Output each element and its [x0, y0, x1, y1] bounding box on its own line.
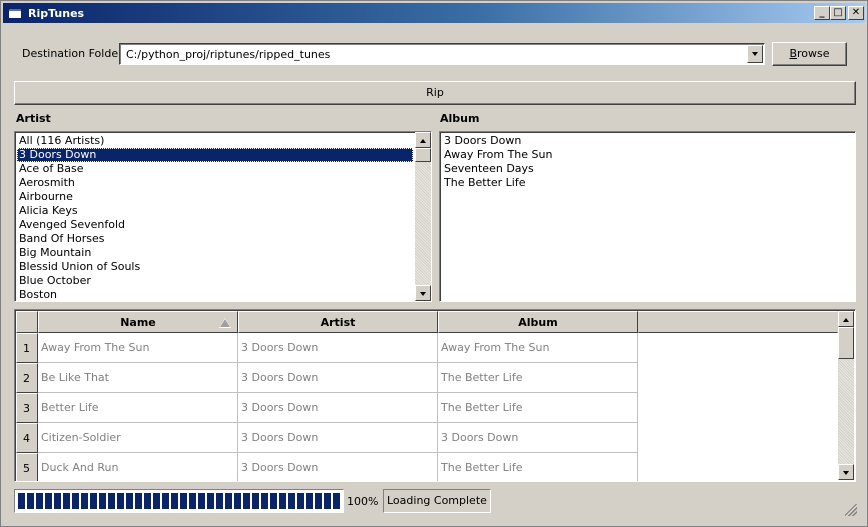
- artist-list-item[interactable]: Boston: [17, 288, 413, 301]
- browse-button[interactable]: Browse: [772, 42, 847, 66]
- artist-list-item[interactable]: Ace of Base: [17, 162, 413, 176]
- column-header-name[interactable]: Name: [38, 311, 238, 333]
- destination-folder-value[interactable]: C:/python_proj/riptunes/ripped_tunes: [126, 48, 330, 61]
- artist-label: Artist: [16, 112, 51, 125]
- scroll-down-button[interactable]: [838, 464, 854, 480]
- header-filler: [638, 311, 838, 333]
- cell-name[interactable]: Better Life: [38, 393, 238, 423]
- table-row[interactable]: 3 Better Life 3 Doors Down The Better Life: [16, 393, 638, 423]
- cell-artist[interactable]: 3 Doors Down: [238, 393, 438, 423]
- artist-list-item[interactable]: Aerosmith: [17, 176, 413, 190]
- album-list-item[interactable]: Seventeen Days: [442, 162, 534, 176]
- scroll-thumb[interactable]: [415, 148, 431, 162]
- cell-artist[interactable]: 3 Doors Down: [238, 453, 438, 481]
- cell-album[interactable]: 3 Doors Down: [438, 423, 638, 453]
- progress-bar-fill: [18, 493, 340, 509]
- window-title: RipTunes: [28, 6, 85, 20]
- chevron-down-icon: [843, 471, 849, 475]
- album-list-item[interactable]: 3 Doors Down: [442, 134, 521, 148]
- title-bar[interactable]: RipTunes _ □ ✕: [3, 3, 865, 23]
- cell-artist[interactable]: 3 Doors Down: [238, 333, 438, 363]
- row-number-header[interactable]: 4: [16, 423, 38, 453]
- cell-album[interactable]: Away From The Sun: [438, 333, 638, 363]
- cell-artist[interactable]: 3 Doors Down: [238, 363, 438, 393]
- artist-list-item[interactable]: Big Mountain: [17, 246, 413, 260]
- artist-list-item[interactable]: Airbourne: [17, 190, 413, 204]
- artist-list-item[interactable]: Blue October: [17, 274, 413, 288]
- cell-album[interactable]: The Better Life: [438, 393, 638, 423]
- rip-button[interactable]: Rip: [14, 81, 856, 105]
- cell-name[interactable]: Be Like That: [38, 363, 238, 393]
- album-list-item[interactable]: Away From The Sun: [442, 148, 552, 162]
- chevron-up-icon: [420, 139, 426, 143]
- artist-scrollbar[interactable]: [415, 132, 431, 301]
- column-header-album[interactable]: Album: [438, 311, 638, 333]
- combobox-dropdown-button[interactable]: [747, 45, 763, 63]
- table-scrollbar[interactable]: [838, 311, 854, 480]
- album-list-item[interactable]: The Better Life: [442, 176, 526, 190]
- close-button[interactable]: ✕: [848, 6, 864, 20]
- destination-folder-label: Destination Folder:: [22, 47, 127, 60]
- browse-label: rowse: [797, 47, 830, 60]
- column-header-label: Name: [120, 316, 156, 329]
- scroll-thumb[interactable]: [838, 327, 854, 359]
- artist-list-item[interactable]: 3 Doors Down: [17, 148, 413, 162]
- artist-list-item[interactable]: All (116 Artists): [17, 134, 413, 148]
- app-window: RipTunes _ □ ✕ Destination Folder: C:/py…: [0, 0, 868, 527]
- row-number-header[interactable]: 2: [16, 363, 38, 393]
- table-row[interactable]: 2 Be Like That 3 Doors Down The Better Life: [16, 363, 638, 393]
- album-label: Album: [440, 112, 480, 125]
- table-corner-button[interactable]: [16, 311, 38, 333]
- chevron-down-icon: [752, 52, 758, 56]
- album-listbox[interactable]: 3 Doors Down Away From The Sun Seventeen D…: [439, 131, 856, 302]
- destination-folder-combobox[interactable]: C:/python_proj/riptunes/ripped_tunes: [119, 43, 765, 65]
- cell-album[interactable]: The Better Life: [438, 363, 638, 393]
- resize-grip-icon[interactable]: [845, 504, 857, 516]
- cell-name[interactable]: Citizen-Soldier: [38, 423, 238, 453]
- track-table[interactable]: Name Artist Album 1 Away From The Sun 3 Do…: [14, 309, 856, 482]
- progress-bar: [14, 489, 344, 513]
- row-number-header[interactable]: 5: [16, 453, 38, 481]
- scroll-up-button[interactable]: [838, 311, 854, 327]
- minimize-button[interactable]: _: [814, 6, 830, 20]
- table-row[interactable]: 1 Away From The Sun 3 Doors Down Away From …: [16, 333, 638, 363]
- scroll-down-button[interactable]: [415, 285, 431, 301]
- cell-album[interactable]: The Better Life: [438, 453, 638, 481]
- chevron-up-icon: [843, 318, 849, 322]
- cell-name[interactable]: Away From The Sun: [38, 333, 238, 363]
- cell-name[interactable]: Duck And Run: [38, 453, 238, 481]
- column-header-artist[interactable]: Artist: [238, 311, 438, 333]
- artist-listbox[interactable]: All (116 Artists) 3 Doors Down Ace of Base…: [14, 131, 432, 302]
- table-row[interactable]: 5 Duck And Run 3 Doors Down The Better Life: [16, 453, 638, 481]
- scroll-up-button[interactable]: [415, 132, 431, 148]
- artist-list-item[interactable]: Avenged Sevenfold: [17, 218, 413, 232]
- chevron-down-icon: [420, 292, 426, 296]
- table-row[interactable]: 4 Citizen-Soldier 3 Doors Down 3 Doors Down: [16, 423, 638, 453]
- progress-percent: 100%: [347, 495, 379, 508]
- row-number-header[interactable]: 1: [16, 333, 38, 363]
- artist-list-item[interactable]: Alicia Keys: [17, 204, 413, 218]
- browse-mnemonic: B: [789, 47, 798, 60]
- artist-list-item[interactable]: Band Of Horses: [17, 232, 413, 246]
- row-number-header[interactable]: 3: [16, 393, 38, 423]
- status-message: Loading Complete: [383, 489, 491, 513]
- app-window-icon: [8, 7, 22, 19]
- artist-list-item[interactable]: Blessid Union of Souls: [17, 260, 413, 274]
- maximize-button[interactable]: □: [830, 6, 846, 20]
- cell-artist[interactable]: 3 Doors Down: [238, 423, 438, 453]
- sort-ascending-icon: [219, 318, 231, 328]
